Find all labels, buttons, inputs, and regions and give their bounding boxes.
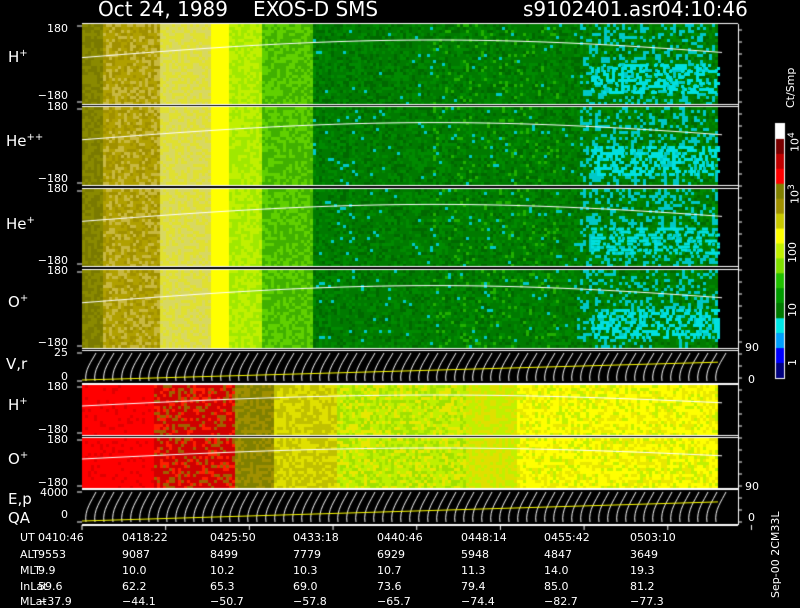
- side-stamp: Sep-00 2CM33L: [769, 511, 782, 599]
- table-cell: 5948: [461, 548, 489, 561]
- tick-p8-top: 4000: [40, 486, 68, 499]
- table-row-name: UT: [20, 531, 35, 544]
- tick-p4-top: 180: [47, 264, 68, 277]
- tick-p2-top: 180: [47, 100, 68, 113]
- header-file: s9102401.asr: [523, 0, 660, 21]
- table-cell: 0448:14: [461, 531, 507, 544]
- table-cell: 6929: [377, 548, 405, 561]
- tick-p8-right-top: 90: [745, 480, 759, 493]
- panel-label-he-plus: He+: [6, 215, 35, 233]
- table-cell: 85.0: [544, 580, 569, 593]
- tick-p5-top: 25: [54, 346, 68, 359]
- colorbar-label-10: 10: [786, 303, 799, 317]
- tick-p5-right-bottom: 0: [748, 373, 755, 386]
- table-cell: 8499: [210, 548, 238, 561]
- table-cell: 81.2: [630, 580, 655, 593]
- tick-p5-right-top: 90: [745, 341, 759, 354]
- table-row: MLT 9.9 10.0 10.2 10.3 10.7 11.3 14.0 19.3: [0, 564, 760, 577]
- header-date: Oct 24, 1989: [98, 0, 228, 21]
- spectrogram-canvas: [0, 0, 800, 600]
- table-cell: 10.3: [293, 564, 318, 577]
- table-row: UT 0410:46 0418:22 0425:50 0433:18 0440:46 044…: [0, 531, 760, 544]
- table-cell: 0425:50: [210, 531, 256, 544]
- table-cell: −74.4: [461, 595, 495, 608]
- table-cell: 9.9: [38, 564, 56, 577]
- table-cell: −44.1: [122, 595, 156, 608]
- table-cell: 4847: [544, 548, 572, 561]
- table-cell: 10.0: [122, 564, 147, 577]
- table-cell: 14.0: [544, 564, 569, 577]
- table-cell: 73.6: [377, 580, 402, 593]
- table-cell: 0440:46: [377, 531, 423, 544]
- table-cell: 7779: [293, 548, 321, 561]
- table-cell: 69.0: [293, 580, 318, 593]
- table-cell: 9087: [122, 548, 150, 561]
- table-cell: −82.7: [544, 595, 578, 608]
- table-cell: 0418:22: [122, 531, 168, 544]
- colorbar-label-1: 1: [786, 359, 799, 366]
- table-cell: −57.8: [293, 595, 327, 608]
- table-cell: 0503:10: [630, 531, 676, 544]
- table-cell: 0410:46: [38, 531, 84, 544]
- panel-label-vr: V,r: [6, 355, 28, 373]
- panel-label-h-plus-lower: H+: [8, 396, 28, 414]
- table-cell: −50.7: [210, 595, 244, 608]
- colorbar-label-100: 100: [786, 242, 799, 263]
- table-row-name: ALT: [20, 548, 39, 561]
- table-cell: 79.4: [461, 580, 486, 593]
- table-cell: 19.3: [630, 564, 655, 577]
- panel-label-o-plus: O+: [8, 293, 29, 311]
- table-cell: −37.9: [38, 595, 72, 608]
- table-row: ALT 9553 9087 8499 7779 6929 5948 4847 3649: [0, 548, 760, 561]
- panel-label-he-plusplus: He++: [6, 132, 44, 150]
- table-cell: 3649: [630, 548, 658, 561]
- table-cell: 10.2: [210, 564, 235, 577]
- tick-p3-top: 180: [47, 182, 68, 195]
- table-cell: 59.6: [38, 580, 63, 593]
- tick-p8-right-bottom: 0: [748, 511, 755, 524]
- colorbar-label-1e4: 104: [786, 132, 800, 152]
- table-cell: −65.7: [377, 595, 411, 608]
- table-cell: 11.3: [461, 564, 486, 577]
- header-time: 04:10:46: [658, 0, 748, 21]
- header-instrument: EXOS-D SMS: [253, 0, 379, 21]
- tick-p6-top: 180: [47, 380, 68, 393]
- table-row: InLat 59.6 62.2 65.3 69.0 73.6 79.4 85.0 81.2: [0, 580, 760, 593]
- tick-p8-bottom: 0: [61, 508, 68, 521]
- colorbar-label-1e3: 103: [786, 184, 800, 204]
- panel-label-qa: QA: [8, 509, 31, 527]
- table-cell: 65.3: [210, 580, 235, 593]
- tick-p1-top: 180: [47, 22, 68, 35]
- table-cell: 62.2: [122, 580, 147, 593]
- table-row: MLat −37.9 −44.1 −50.7 −57.8 −65.7 −74.4 −82.7−…: [0, 595, 760, 608]
- table-cell: 0433:18: [293, 531, 339, 544]
- table-cell: 9553: [38, 548, 66, 561]
- table-cell: −77.3: [630, 595, 664, 608]
- table-cell: 0455:42: [544, 531, 590, 544]
- tick-p7-top: 180: [47, 433, 68, 446]
- panel-label-h-plus: H+: [8, 48, 28, 66]
- panel-label-o-plus-lower: O+: [8, 450, 29, 468]
- colorbar-unit: Ct/Smp: [784, 67, 797, 108]
- table-cell: 10.7: [377, 564, 402, 577]
